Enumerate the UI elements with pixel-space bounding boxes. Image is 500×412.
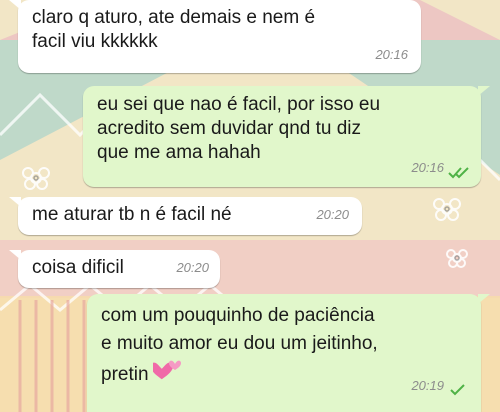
message-text: claro q aturo, ate demais e nem é facil …	[32, 7, 316, 52]
double-check-icon	[448, 167, 469, 179]
message-time: 20:16	[411, 160, 444, 175]
message-time: 20:20	[316, 207, 349, 222]
bubble-tail	[9, 250, 21, 260]
message-bubble-incoming[interactable]: coisa dificil 20:20	[9, 250, 220, 288]
bubble-tail	[478, 294, 490, 304]
message-bubble-incoming[interactable]: me aturar tb n é facil né 20:20	[9, 197, 362, 235]
single-check-icon	[450, 384, 465, 396]
message-text: coisa dificil	[32, 257, 124, 278]
message-bubble-outgoing[interactable]: com um pouquinho de paciência e muito am…	[87, 294, 490, 412]
message-time: 20:16	[375, 47, 408, 62]
message-text: me aturar tb n é facil né	[32, 204, 232, 225]
message-bubble-incoming[interactable]: claro q aturo, ate demais e nem é facil …	[9, 0, 421, 73]
message-time: 20:19	[411, 378, 444, 393]
message-bubble-outgoing[interactable]: eu sei que nao é facil, por isso eu acre…	[83, 86, 490, 187]
message-time: 20:20	[176, 260, 209, 275]
bubble-tail	[9, 197, 21, 207]
two-hearts-icon	[152, 360, 181, 380]
bubble-tail	[9, 0, 21, 10]
bubble-tail	[478, 86, 490, 96]
message-text: eu sei que nao é facil, por isso eu acre…	[97, 94, 381, 163]
